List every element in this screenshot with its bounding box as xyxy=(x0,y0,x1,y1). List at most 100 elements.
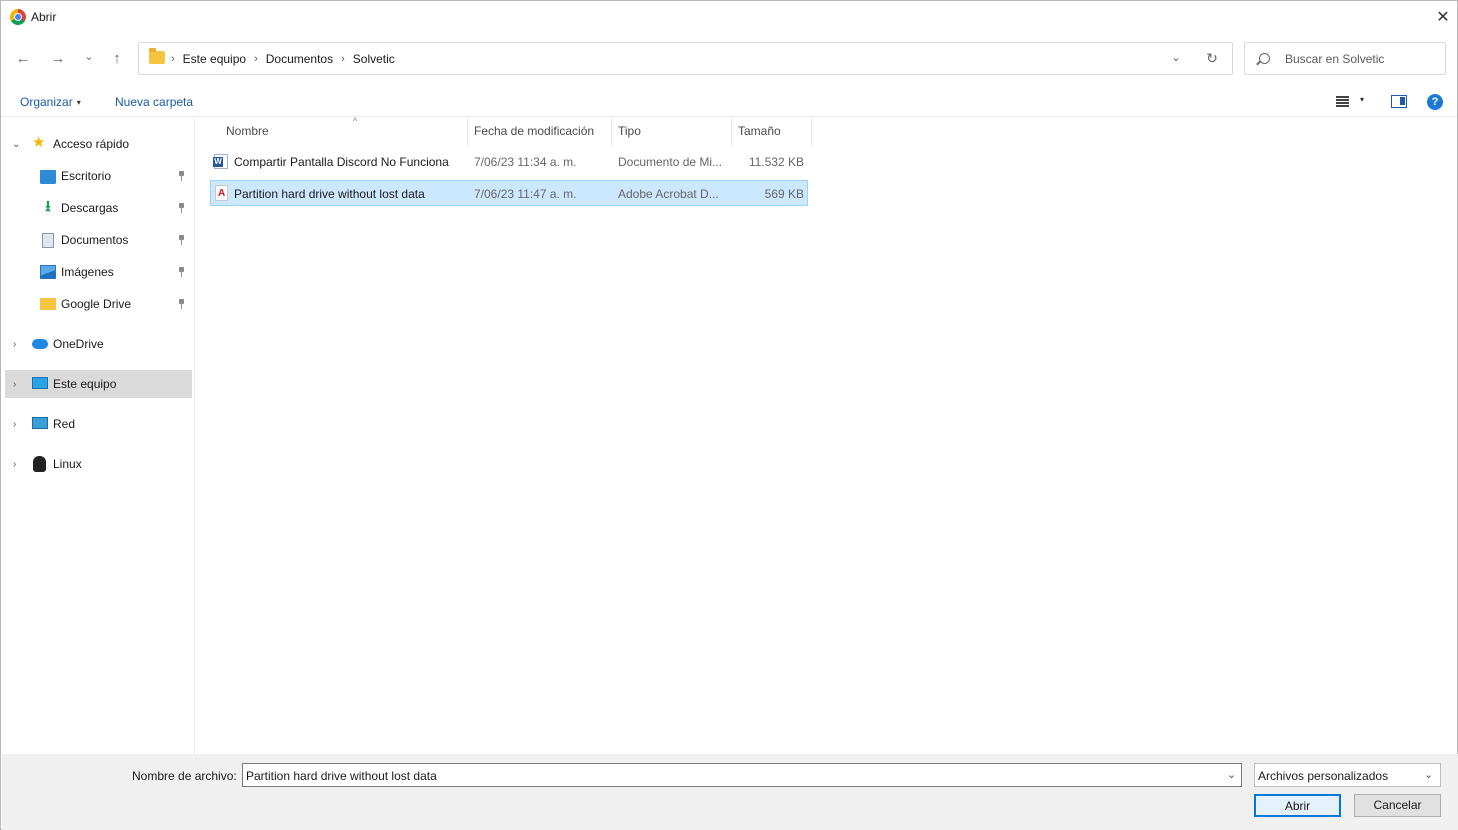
filename-label: Nombre de archivo: xyxy=(132,769,237,783)
pin-icon xyxy=(178,203,185,213)
close-button[interactable]: ✕ xyxy=(1429,5,1457,29)
sidebar-item-label: Google Drive xyxy=(61,297,132,311)
address-history-dropdown[interactable]: ⌄ xyxy=(1167,51,1185,69)
new-folder-button[interactable]: Nueva carpeta xyxy=(115,95,193,109)
breadcrumb-este-equipo[interactable]: Este equipo xyxy=(183,52,246,66)
sort-ascending-icon: ^ xyxy=(353,116,358,126)
file-name: Partition hard drive without lost data xyxy=(234,187,425,201)
preview-pane-icon[interactable] xyxy=(1391,95,1407,108)
file-type-filter-value: Archivos personalizados xyxy=(1258,769,1389,783)
table-row[interactable]: Partition hard drive without lost data 7… xyxy=(210,180,808,206)
file-name: Compartir Pantalla Discord No Funciona xyxy=(234,155,449,169)
search-icon xyxy=(1259,53,1270,64)
sidebar-item-label: Acceso rápido xyxy=(53,137,130,151)
recent-locations-button[interactable]: ⌄ xyxy=(77,44,101,68)
table-row[interactable]: Compartir Pantalla Discord No Funciona 7… xyxy=(210,149,808,175)
search-input[interactable]: Buscar en Solvetic xyxy=(1285,52,1384,66)
sidebar-item-google-drive[interactable]: Google Drive xyxy=(2,290,192,318)
cloud-icon xyxy=(32,339,48,349)
organize-label: Organizar xyxy=(20,95,73,109)
pin-icon xyxy=(178,235,185,245)
breadcrumb: › Este equipo › Documentos › Solvetic xyxy=(171,52,395,66)
column-header-type[interactable]: Tipo xyxy=(612,118,732,146)
file-type: Adobe Acrobat D... xyxy=(618,187,719,201)
breadcrumb-documentos[interactable]: Documentos xyxy=(266,52,333,66)
up-button[interactable]: ↑ xyxy=(105,46,129,70)
view-options-icon[interactable] xyxy=(1335,94,1351,108)
breadcrumb-solvetic[interactable]: Solvetic xyxy=(353,52,395,66)
pin-icon xyxy=(178,171,185,181)
breadcrumb-separator[interactable]: › xyxy=(341,53,345,65)
sidebar-item-escritorio[interactable]: Escritorio xyxy=(2,162,192,190)
sidebar-item-imagenes[interactable]: Imágenes xyxy=(2,258,192,286)
chevron-down-icon[interactable]: ⌄ xyxy=(1424,768,1433,781)
chevron-right-icon[interactable]: › xyxy=(13,339,16,350)
desktop-icon xyxy=(40,170,56,184)
column-header-label: Nombre xyxy=(226,124,269,138)
file-date: 7/06/23 11:34 a. m. xyxy=(474,155,577,169)
star-icon: ★ xyxy=(32,134,46,151)
chevron-down-icon[interactable]: ⌄ xyxy=(12,139,20,150)
column-header-date[interactable]: Fecha de modificación xyxy=(468,118,612,146)
sidebar-item-label: Este equipo xyxy=(53,377,117,391)
address-bar[interactable]: › Este equipo › Documentos › Solvetic ⌄ … xyxy=(138,42,1233,75)
linux-icon xyxy=(33,456,46,472)
toolbar: Organizar ▾ Nueva carpeta ▾ ? xyxy=(1,87,1457,117)
sidebar-item-documentos[interactable]: Documentos xyxy=(2,226,192,254)
file-size: 11.532 KB xyxy=(748,155,804,169)
filename-combobox[interactable]: ⌄ xyxy=(242,763,1242,787)
window-title: Abrir xyxy=(31,10,57,24)
file-size: 569 KB xyxy=(764,187,804,201)
network-icon xyxy=(32,417,48,429)
documents-icon xyxy=(42,233,54,248)
sidebar-item-linux[interactable]: › Linux xyxy=(2,450,192,478)
sidebar-item-label: Imágenes xyxy=(61,265,114,279)
sidebar-item-este-equipo[interactable]: › Este equipo xyxy=(5,370,192,398)
column-header-name[interactable]: Nombre ^ xyxy=(210,116,468,146)
folder-icon xyxy=(149,48,165,64)
back-button[interactable]: ← xyxy=(11,46,35,70)
caret-down-icon: ▾ xyxy=(76,98,81,107)
pictures-icon xyxy=(40,265,56,279)
cancel-button[interactable]: Cancelar xyxy=(1354,794,1441,817)
word-doc-icon xyxy=(213,154,228,169)
pin-icon xyxy=(178,299,185,309)
breadcrumb-separator[interactable]: › xyxy=(254,53,258,65)
sidebar-item-label: Linux xyxy=(53,457,82,471)
computer-icon xyxy=(32,377,48,389)
pin-icon xyxy=(178,267,185,277)
chevron-right-icon[interactable]: › xyxy=(13,379,16,390)
open-button[interactable]: Abrir xyxy=(1254,794,1341,817)
view-options-caret-icon[interactable]: ▾ xyxy=(1360,95,1364,104)
bottom-panel: Nombre de archivo: ⌄ Archivos personaliz… xyxy=(2,754,1458,830)
sidebar-item-label: Descargas xyxy=(61,201,119,215)
chevron-right-icon[interactable]: › xyxy=(13,459,16,470)
file-type-filter[interactable]: Archivos personalizados ⌄ xyxy=(1254,763,1441,787)
sidebar-item-label: Escritorio xyxy=(61,169,112,183)
sidebar-item-quick-access[interactable]: ⌄ ★ Acceso rápido xyxy=(2,130,192,158)
chevron-down-icon[interactable]: ⌄ xyxy=(1227,768,1236,781)
sidebar-item-label: Documentos xyxy=(61,233,129,247)
sidebar-item-label: Red xyxy=(53,417,76,431)
sidebar-item-red[interactable]: › Red xyxy=(2,410,192,438)
chrome-icon xyxy=(10,9,26,25)
filename-input[interactable] xyxy=(246,767,1216,784)
search-box[interactable]: Buscar en Solvetic xyxy=(1244,42,1446,75)
open-file-dialog: Abrir ✕ ← → ⌄ ↑ › Este equipo › Document… xyxy=(0,0,1458,830)
title-bar: Abrir ✕ xyxy=(1,1,1457,33)
organize-button[interactable]: Organizar ▾ xyxy=(20,95,81,109)
download-icon: ⭳ xyxy=(45,198,51,215)
chevron-right-icon[interactable]: › xyxy=(13,419,16,430)
navigation-pane: ⌄ ★ Acceso rápido Escritorio ⭳ Descargas… xyxy=(2,118,195,754)
column-header-size[interactable]: Tamaño xyxy=(732,118,812,146)
file-list: Nombre ^ Fecha de modificación Tipo Tama… xyxy=(195,116,1457,754)
sidebar-item-onedrive[interactable]: › OneDrive xyxy=(2,330,192,358)
folder-icon xyxy=(40,298,56,310)
breadcrumb-separator: › xyxy=(171,53,175,65)
forward-button[interactable]: → xyxy=(46,46,70,70)
help-icon[interactable]: ? xyxy=(1427,94,1443,110)
sidebar-item-descargas[interactable]: ⭳ Descargas xyxy=(2,194,192,222)
refresh-icon[interactable]: ↻ xyxy=(1203,50,1221,68)
sidebar-item-label: OneDrive xyxy=(53,337,104,351)
file-date: 7/06/23 11:47 a. m. xyxy=(474,187,577,201)
